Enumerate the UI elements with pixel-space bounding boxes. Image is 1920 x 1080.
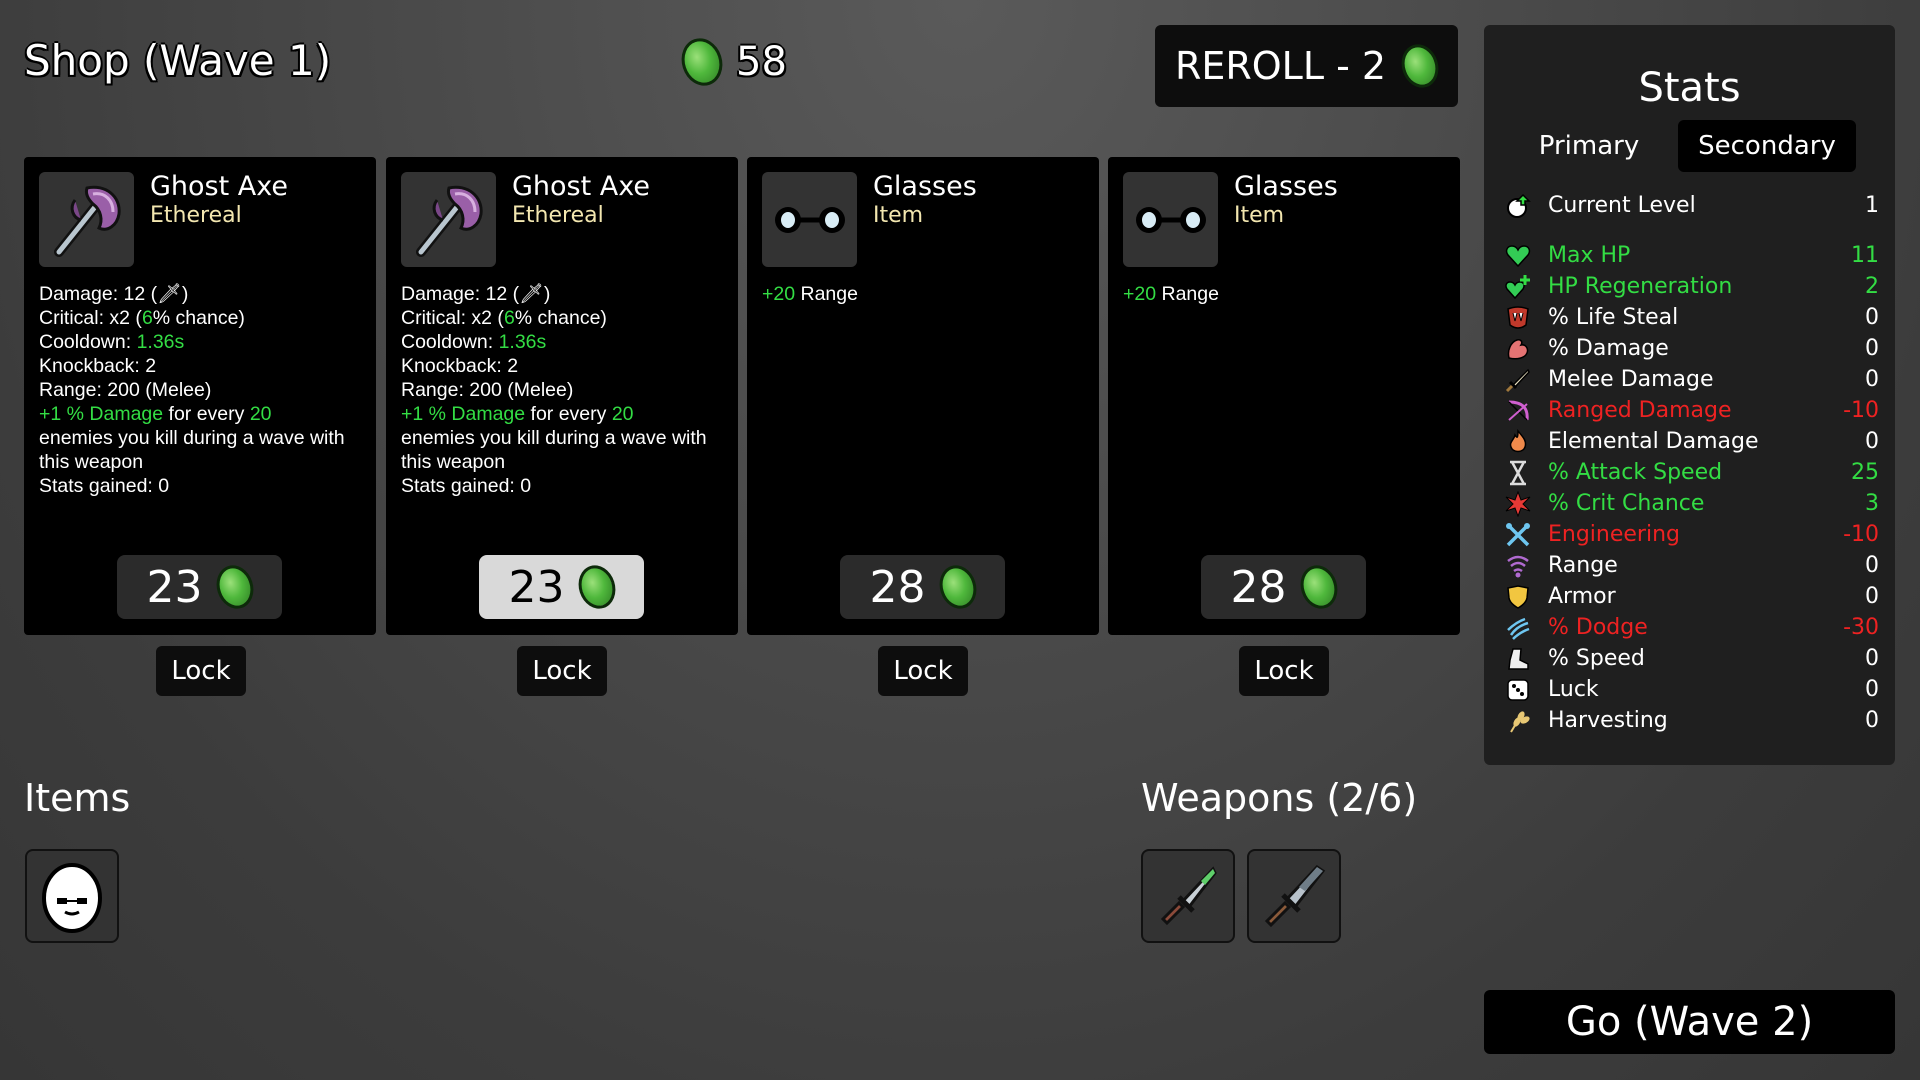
stat-row-current-level: Current Level 1 xyxy=(1504,190,1879,221)
wheat-icon xyxy=(1504,707,1532,735)
knife-icon xyxy=(1160,866,1217,926)
card-name: Ghost Axe xyxy=(512,171,651,202)
go-next-wave-button[interactable]: Go (Wave 2) xyxy=(1484,990,1895,1054)
bow-icon xyxy=(1504,397,1532,425)
card-description: Damage: 12 (🗡) Critical: x2 (6% chance) … xyxy=(39,283,345,497)
card-type: Ethereal xyxy=(512,203,604,228)
item-slot[interactable] xyxy=(25,849,119,943)
stats-panel: Stats Primary Secondary Current Level 1 M… xyxy=(1484,25,1895,765)
knife-icon xyxy=(1264,865,1326,928)
stat-row-damage: % Damage 0 xyxy=(1504,333,1879,364)
card-description: +20 Range xyxy=(1123,283,1219,305)
shop-title: Shop (Wave 1) xyxy=(24,36,332,85)
dodge-icon xyxy=(1504,614,1532,642)
reroll-label: REROLL - 2 xyxy=(1174,44,1387,88)
items-title: Items xyxy=(24,776,131,820)
lock-button[interactable]: Lock xyxy=(517,646,607,696)
card-name: Ghost Axe xyxy=(150,171,289,202)
lock-button[interactable]: Lock xyxy=(1239,646,1329,696)
dice-icon xyxy=(1504,676,1532,704)
shop-card-3[interactable]: Glasses Item +20 Range 28 xyxy=(747,157,1099,635)
stat-row-dodge: % Dodge -30 xyxy=(1504,612,1879,643)
buy-price-button[interactable]: 23 xyxy=(117,555,282,619)
egg-character-icon xyxy=(42,863,102,933)
shop-card-1[interactable]: Ghost Axe Ethereal Damage: 12 (🗡) Critic… xyxy=(24,157,376,635)
stat-row-harvesting: Harvesting 0 xyxy=(1504,705,1879,736)
stat-row-life-steal: % Life Steal 0 xyxy=(1504,302,1879,333)
muscle-icon xyxy=(1504,335,1532,363)
flame-icon xyxy=(1504,428,1532,456)
stat-row-max-hp: Max HP 11 xyxy=(1504,240,1879,271)
shop-card-4[interactable]: Glasses Item +20 Range 28 xyxy=(1108,157,1460,635)
heart-plus-icon xyxy=(1504,273,1532,301)
card-name: Glasses xyxy=(1234,171,1338,202)
shield-icon xyxy=(1504,583,1532,611)
material-coin-icon xyxy=(210,560,259,614)
stats-title: Stats xyxy=(1638,65,1741,111)
stat-row-luck: Luck 0 xyxy=(1504,674,1879,705)
level-up-icon xyxy=(1504,192,1532,220)
weapon-slot[interactable] xyxy=(1141,849,1235,943)
item-icon-frame xyxy=(39,172,134,267)
stat-row-hp-regeneration: HP Regeneration 2 xyxy=(1504,271,1879,302)
melee-sword-icon: 🗡 xyxy=(157,283,182,305)
item-icon-frame xyxy=(1123,172,1218,267)
stat-row-speed: % Speed 0 xyxy=(1504,643,1879,674)
heart-icon xyxy=(1504,242,1532,270)
tab-secondary[interactable]: Secondary xyxy=(1678,120,1856,172)
card-description: Damage: 12 (🗡) Critical: x2 (6% chance) … xyxy=(401,283,707,497)
stat-row-armor: Armor 0 xyxy=(1504,581,1879,612)
lock-button[interactable]: Lock xyxy=(156,646,246,696)
shop-card-2[interactable]: Ghost Axe Ethereal Damage: 12 (🗡) Critic… xyxy=(386,157,738,635)
ghost-axe-icon xyxy=(53,185,121,257)
gold-counter: 58 xyxy=(675,32,787,92)
boot-icon xyxy=(1504,645,1532,673)
stat-row-engineering: Engineering -10 xyxy=(1504,519,1879,550)
stat-row-melee-damage: Melee Damage 0 xyxy=(1504,364,1879,395)
stat-row-attack-speed: % Attack Speed 25 xyxy=(1504,457,1879,488)
melee-sword-icon: 🗡 xyxy=(519,283,544,305)
card-name: Glasses xyxy=(873,171,977,202)
sword-icon xyxy=(1504,366,1532,394)
glasses-icon xyxy=(774,206,845,233)
card-type: Ethereal xyxy=(150,203,242,228)
buy-price-button[interactable]: 23 xyxy=(479,555,644,619)
tab-primary[interactable]: Primary xyxy=(1524,120,1654,172)
reroll-button[interactable]: REROLL - 2 xyxy=(1155,25,1458,107)
weapon-slot[interactable] xyxy=(1247,849,1341,943)
fangs-icon xyxy=(1504,304,1532,332)
stat-row-range: Range 0 xyxy=(1504,550,1879,581)
glasses-icon xyxy=(1135,206,1206,233)
gold-amount: 58 xyxy=(736,39,787,85)
stat-row-elemental-damage: Elemental Damage 0 xyxy=(1504,426,1879,457)
card-description: +20 Range xyxy=(762,283,858,305)
wrench-cross-icon xyxy=(1504,521,1532,549)
buy-price-button[interactable]: 28 xyxy=(840,555,1005,619)
buy-price-button[interactable]: 28 xyxy=(1201,555,1366,619)
card-type: Item xyxy=(1234,203,1285,228)
material-coin-icon xyxy=(1396,39,1444,93)
ghost-axe-icon xyxy=(415,185,483,257)
material-coin-icon xyxy=(933,560,982,614)
item-icon-frame xyxy=(762,172,857,267)
crit-burst-icon xyxy=(1504,490,1532,518)
hourglass-icon xyxy=(1504,459,1532,487)
lock-button[interactable]: Lock xyxy=(878,646,968,696)
stat-row-ranged-damage: Ranged Damage -10 xyxy=(1504,395,1879,426)
item-icon-frame xyxy=(401,172,496,267)
stat-row-crit-chance: % Crit Chance 3 xyxy=(1504,488,1879,519)
range-waves-icon xyxy=(1504,552,1532,580)
material-coin-icon xyxy=(1294,560,1343,614)
card-type: Item xyxy=(873,203,924,228)
material-coin-icon xyxy=(572,560,621,614)
weapons-title: Weapons (2/6) xyxy=(1141,776,1418,820)
material-coin-icon xyxy=(675,32,729,92)
